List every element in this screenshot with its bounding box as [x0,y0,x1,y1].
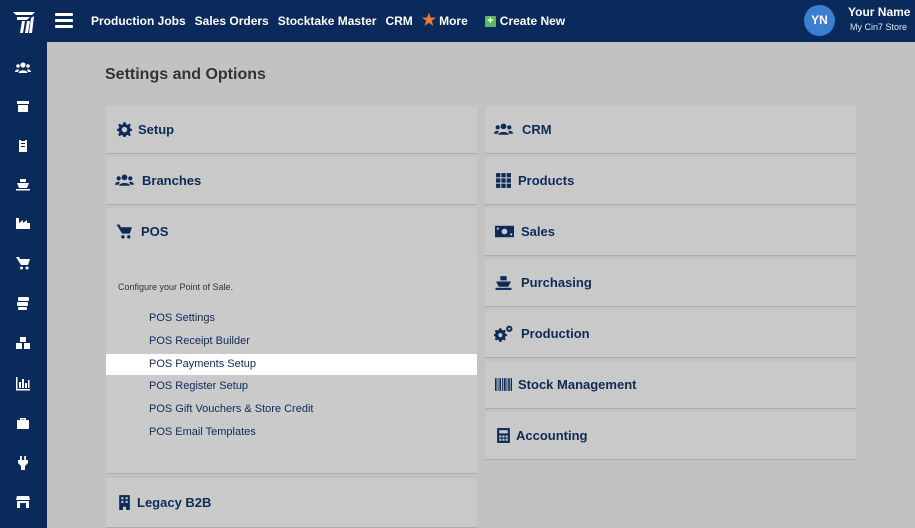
ship-icon [495,259,512,306]
pos-panel: Configure your Point of Sale. POS Settin… [106,255,477,474]
ship-icon[interactable] [14,176,32,192]
plus-icon: + [484,15,496,27]
pos-link-receipt-builder[interactable]: POS Receipt Builder [106,331,477,352]
factory-icon[interactable] [14,215,32,231]
top-bar: Production Jobs Sales Orders Stocktake M… [0,0,915,42]
card-accounting[interactable]: Accounting [485,412,856,460]
money-bill-icon [495,208,514,255]
card-production-label: Production [521,326,590,341]
card-products-label: Products [518,173,575,188]
pos-link-label: POS Register Setup [149,380,249,392]
calculator-icon [495,412,512,459]
card-branches-label: Branches [142,173,202,188]
star-icon: ★ [421,12,437,29]
plug-icon[interactable] [14,455,32,471]
pos-description: Configure your Point of Sale. [118,282,234,292]
box-icon[interactable] [14,98,32,114]
cart-icon [116,208,133,255]
card-legacy-b2b[interactable]: Legacy B2B [106,478,477,528]
building-icon [116,478,133,527]
cart-icon[interactable] [14,255,32,271]
cin7-logo-icon[interactable] [10,7,38,35]
nav-more-label: More [439,14,468,28]
card-stock-management-label: Stock Management [518,377,637,392]
pos-link-label: POS Settings [149,312,216,324]
card-products[interactable]: Products [485,157,856,205]
page-title: Settings and Options [105,66,266,83]
card-production[interactable]: Production [485,310,856,358]
nav-sales-orders[interactable]: Sales Orders [195,14,269,28]
card-sales-label: Sales [521,224,555,239]
card-sales[interactable]: Sales [485,208,856,256]
nav-production-jobs[interactable]: Production Jobs [91,14,186,28]
pos-link-label: POS Payments Setup [149,358,256,370]
avatar[interactable]: YN [804,5,835,36]
grid-icon [495,157,512,204]
pos-link-label: POS Gift Vouchers & Store Credit [149,403,314,415]
top-nav: Production Jobs Sales Orders Stocktake M… [91,0,574,42]
pos-link-register-setup[interactable]: POS Register Setup [106,376,477,397]
users-icon [494,106,513,153]
menu-hamburger-icon[interactable] [55,13,73,28]
card-branches[interactable]: Branches [106,157,477,205]
clipboard-icon[interactable] [14,137,32,153]
pos-link-payments-setup[interactable]: POS Payments Setup [106,354,477,375]
card-pos[interactable]: POS [106,208,477,256]
create-new-button[interactable]: + Create New [484,14,566,28]
users-icon[interactable] [14,60,32,76]
gear-icon [116,106,133,153]
nav-crm[interactable]: CRM [385,14,412,28]
user-name[interactable]: Your Name [848,5,910,19]
barcode-icon [495,361,512,408]
card-setup[interactable]: Setup [106,106,477,154]
store-icon[interactable] [14,494,32,510]
coins-icon[interactable] [14,295,32,311]
nav-more[interactable]: ★ More [422,13,468,29]
briefcase-icon[interactable] [14,415,32,431]
cogs-icon [494,310,513,357]
nav-stocktake-master[interactable]: Stocktake Master [278,14,377,28]
pos-link-email-templates[interactable]: POS Email Templates [106,422,477,443]
card-accounting-label: Accounting [516,428,588,443]
pos-link-label: POS Email Templates [149,426,256,438]
pos-link-gift-vouchers[interactable]: POS Gift Vouchers & Store Credit [106,399,477,420]
pos-link-label: POS Receipt Builder [149,335,250,347]
store-name: My Cin7 Store [850,22,908,32]
card-crm[interactable]: CRM [485,106,856,154]
warehouse-icon[interactable] [14,335,32,351]
card-legacy-b2b-label: Legacy B2B [137,495,212,510]
card-purchasing-label: Purchasing [521,275,592,290]
card-stock-management[interactable]: Stock Management [485,361,856,409]
sidebar [0,42,47,528]
chart-icon[interactable] [14,375,32,391]
card-crm-label: CRM [522,122,552,137]
create-new-label: Create New [499,14,566,28]
card-purchasing[interactable]: Purchasing [485,259,856,307]
pos-link-settings[interactable]: POS Settings [106,308,477,329]
card-setup-label: Setup [138,122,175,137]
users-icon [115,157,134,204]
card-pos-label: POS [141,224,169,239]
main-content: Settings and Options Setup Branches POS … [47,42,915,528]
